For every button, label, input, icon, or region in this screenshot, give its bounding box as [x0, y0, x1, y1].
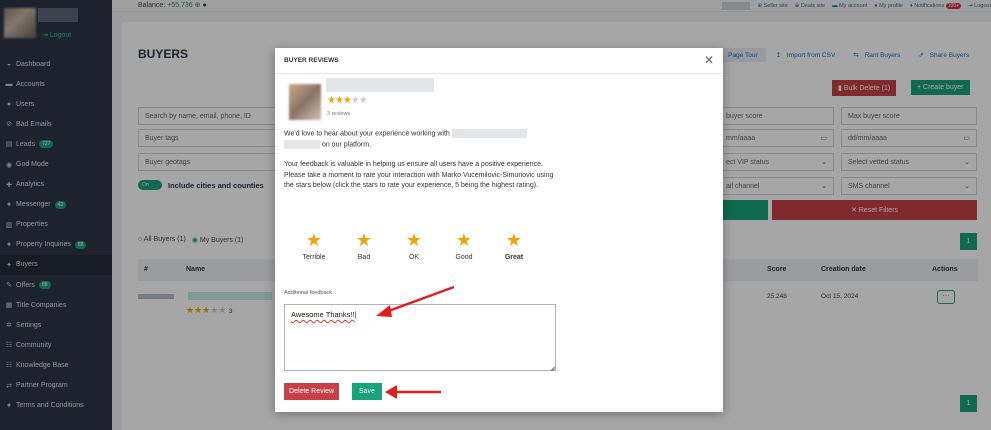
rating-label: OK: [408, 254, 420, 261]
feedback-label: Additional feedback: [284, 290, 333, 296]
star-icon[interactable]: ★: [289, 230, 339, 250]
modal-header: BUYER REVIEWS ✕: [275, 48, 723, 74]
rating-option-good[interactable]: ★ Good: [439, 230, 489, 261]
intro-text: We'd love to hear about your experience …: [284, 129, 556, 151]
redacted-name: [451, 129, 527, 138]
rating-label: Great: [504, 254, 524, 261]
intro-text-b: on our platform.: [321, 141, 371, 149]
rating-picker: ★ Terrible ★ Bad ★ OK ★ Good ★ Great: [289, 230, 539, 261]
feedback-explanation: Your feedback is valuable in helping us …: [284, 161, 554, 189]
reviewee-rating-stars: ★★★★★: [327, 95, 368, 106]
star-icon[interactable]: ★: [489, 230, 539, 250]
buyer-reviews-modal: BUYER REVIEWS ✕ ★★★★★ 3 reviews We'd lov…: [275, 48, 723, 412]
resize-handle-icon[interactable]: ◢: [550, 365, 555, 372]
star-icon[interactable]: ★: [439, 230, 489, 250]
feedback-textarea[interactable]: Awesome Thanks!!|: [284, 304, 556, 371]
modal-title: BUYER REVIEWS: [284, 57, 339, 64]
redacted-name: [284, 139, 320, 149]
rating-label: Good: [455, 254, 473, 261]
reviews-count: 3 reviews: [327, 111, 351, 117]
intro-text-a: We'd love to hear about your experience …: [284, 130, 450, 138]
star-icon[interactable]: ★: [389, 230, 439, 250]
rating-label: Bad: [357, 254, 371, 261]
rating-option-terrible[interactable]: ★ Terrible: [289, 230, 339, 261]
reviewee-avatar: [289, 84, 321, 120]
star-icon[interactable]: ★: [339, 230, 389, 250]
rating-label: Terrible: [302, 254, 326, 261]
rating-option-ok[interactable]: ★ OK: [389, 230, 439, 261]
save-button[interactable]: Save: [352, 383, 382, 400]
text-cursor: |: [354, 310, 357, 319]
reviewee-name-redacted: [326, 78, 434, 92]
rating-option-bad[interactable]: ★ Bad: [339, 230, 389, 261]
delete-review-button[interactable]: Delete Review: [284, 383, 340, 400]
close-icon[interactable]: ✕: [704, 53, 714, 67]
rating-option-great[interactable]: ★ Great: [489, 230, 539, 261]
feedback-value: Awesome Thanks!!: [291, 310, 355, 319]
